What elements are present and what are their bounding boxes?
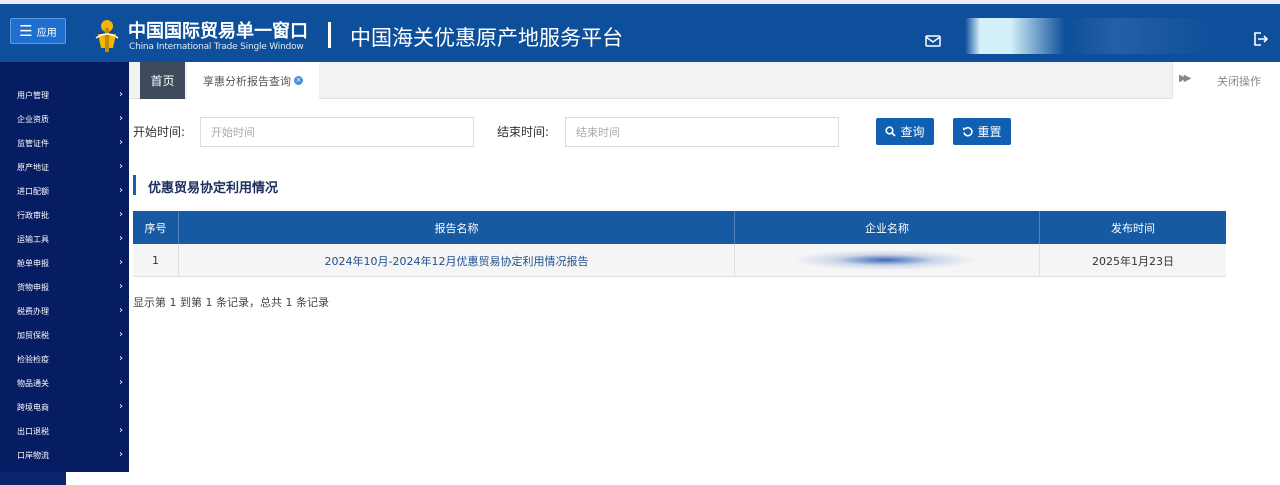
- cell-publish-date: 2025年1月23日: [1039, 244, 1226, 277]
- sidebar-item-label: 运输工具: [17, 234, 49, 244]
- start-time-label: 开始时间:: [133, 125, 186, 139]
- platform-title: 中国海关优惠原产地服务平台: [350, 26, 623, 50]
- sidebar-collapse-handle[interactable]: [0, 472, 66, 485]
- chevron-right-icon: ›: [119, 449, 123, 460]
- chevron-right-icon: ›: [119, 89, 123, 100]
- sidebar-item-port-logistics[interactable]: 口岸物流 ›: [0, 443, 129, 467]
- menu-icon: ☰: [19, 21, 33, 40]
- tab-report-label: 享惠分析报告查询: [203, 74, 291, 88]
- chevron-right-icon: ›: [119, 425, 123, 436]
- sidebar-item-manifest-declaration[interactable]: 舱单申报 ›: [0, 251, 129, 275]
- chevron-right-icon: ›: [119, 161, 123, 172]
- end-time-label: 结束时间:: [497, 125, 550, 139]
- sidebar-item-label: 加贸保税: [17, 330, 49, 340]
- chevron-right-icon: ›: [119, 377, 123, 388]
- table-row: 1 2024年10月-2024年12月优惠贸易协定利用情况报告 2025年1月2…: [133, 244, 1226, 277]
- brand-subtitle: China International Trade Single Window: [129, 42, 304, 52]
- column-header-publish-date: 发布时间: [1039, 211, 1226, 244]
- chevron-right-icon: ›: [119, 137, 123, 148]
- column-header-report-name: 报告名称: [178, 211, 734, 244]
- sidebar-item-label: 舱单申报: [17, 258, 49, 268]
- sidebar-item-label: 用户管理: [17, 90, 49, 100]
- end-time-input[interactable]: 结束时间: [565, 117, 839, 147]
- tab-report-query[interactable]: 享惠分析报告查询 ×: [187, 62, 319, 99]
- sidebar-item-label: 检验检疫: [17, 354, 49, 364]
- sidebar-item-processing-trade[interactable]: 加贸保税 ›: [0, 323, 129, 347]
- close-icon[interactable]: ×: [294, 76, 303, 85]
- reset-button-label: 重置: [977, 125, 1002, 139]
- table-header: 序号 报告名称 企业名称 发布时间: [133, 211, 1226, 244]
- tab-home[interactable]: 首页: [140, 62, 185, 99]
- tab-bar: 首页 享惠分析报告查询 × ▶▶ 关闭操作: [129, 62, 1280, 99]
- logout-icon[interactable]: [1252, 31, 1269, 51]
- column-header-index: 序号: [144, 221, 167, 235]
- redaction-blur: [785, 249, 985, 271]
- mail-icon[interactable]: [925, 32, 941, 51]
- query-button[interactable]: 查询: [876, 118, 934, 145]
- brand-title: 中国国际贸易单一窗口: [128, 21, 308, 42]
- sidebar-item-label: 出口退税: [17, 426, 49, 436]
- sidebar-item-label: 货物申报: [17, 282, 49, 292]
- report-link[interactable]: 2024年10月-2024年12月优惠贸易协定利用情况报告: [325, 253, 589, 269]
- chevron-right-icon: ›: [119, 353, 123, 364]
- sidebar-item-administrative-approval[interactable]: 行政审批 ›: [0, 203, 129, 227]
- user-info-redacted: [965, 18, 1215, 54]
- chevron-right-icon: ›: [119, 281, 123, 292]
- cell-company-name: [734, 244, 1039, 277]
- chevron-right-icon: ›: [119, 233, 123, 244]
- cell-index: 1: [152, 254, 159, 267]
- reset-icon: [963, 126, 974, 137]
- chevron-right-icon: ›: [119, 401, 123, 412]
- sidebar: 用户管理 › 企业资质 › 监管证件 › 原产地证 › 进口配额 › 行政审批 › 运输工具…: [0, 62, 129, 472]
- query-button-label: 查询: [900, 125, 925, 139]
- sidebar-item-cross-border-ecommerce[interactable]: 跨境电商 ›: [0, 395, 129, 419]
- sidebar-item-article-clearance[interactable]: 物品通关 ›: [0, 371, 129, 395]
- reset-button[interactable]: 重置: [953, 118, 1011, 145]
- sidebar-item-user-management[interactable]: 用户管理 ›: [0, 83, 129, 107]
- tab-actions: ▶▶ 关闭操作: [1172, 62, 1280, 99]
- column-header-company-name: 企业名称: [734, 211, 1039, 244]
- sidebar-item-transport-vehicles[interactable]: 运输工具 ›: [0, 227, 129, 251]
- close-operations-button[interactable]: 关闭操作: [1217, 73, 1261, 89]
- sidebar-item-label: 跨境电商: [17, 402, 49, 412]
- sidebar-item-label: 口岸物流: [17, 450, 49, 460]
- app-menu-label: 应用: [36, 27, 57, 39]
- pagination-info: 显示第 1 到第 1 条记录，总共 1 条记录: [133, 296, 329, 309]
- sidebar-item-inspection-quarantine[interactable]: 检验检疫 ›: [0, 347, 129, 371]
- forward-icon[interactable]: ▶▶: [1179, 73, 1192, 84]
- app-menu-button[interactable]: ☰ 应用: [10, 18, 66, 44]
- chevron-right-icon: ›: [119, 185, 123, 196]
- sidebar-item-label: 物品通关: [17, 378, 49, 388]
- search-icon: [885, 126, 897, 137]
- start-time-input[interactable]: 开始时间: [200, 117, 474, 147]
- sidebar-item-import-quota[interactable]: 进口配额 ›: [0, 179, 129, 203]
- sidebar-item-goods-declaration[interactable]: 货物申报 ›: [0, 275, 129, 299]
- section-title: 优惠贸易协定利用情况: [148, 181, 279, 196]
- chevron-right-icon: ›: [119, 305, 123, 316]
- sidebar-item-label: 税费办理: [17, 306, 49, 316]
- chevron-right-icon: ›: [119, 209, 123, 220]
- cell-report-name[interactable]: 2024年10月-2024年12月优惠贸易协定利用情况报告: [178, 244, 734, 277]
- sidebar-item-label: 行政审批: [17, 210, 49, 220]
- sidebar-item-regulatory-documents[interactable]: 监管证件 ›: [0, 131, 129, 155]
- top-header: ☰ 应用 中国国际贸易单一窗口 China International Trad…: [0, 0, 1280, 62]
- chevron-right-icon: ›: [119, 329, 123, 340]
- sidebar-item-label: 进口配额: [17, 186, 49, 196]
- section-title-bar: [133, 175, 136, 195]
- sidebar-item-enterprise-qualification[interactable]: 企业资质 ›: [0, 107, 129, 131]
- title-divider: [328, 22, 331, 48]
- chevron-right-icon: ›: [119, 113, 123, 124]
- sidebar-item-label: 企业资质: [17, 114, 49, 124]
- sidebar-item-certificate-of-origin[interactable]: 原产地证 ›: [0, 155, 129, 179]
- chevron-right-icon: ›: [119, 257, 123, 268]
- sidebar-item-tax-handling[interactable]: 税费办理 ›: [0, 299, 129, 323]
- sidebar-item-export-tax-refund[interactable]: 出口退税 ›: [0, 419, 129, 443]
- customs-emblem-icon: [92, 18, 122, 54]
- sidebar-item-label: 原产地证: [17, 162, 49, 172]
- sidebar-item-label: 监管证件: [17, 138, 49, 148]
